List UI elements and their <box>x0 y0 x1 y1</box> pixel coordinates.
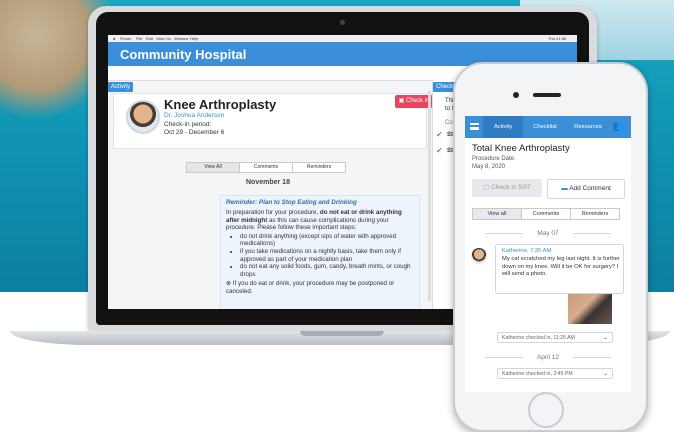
phone-speaker <box>533 93 561 97</box>
phone-camera <box>513 92 519 98</box>
reminder-bullet: do not eat any solid foods, gum, candy, … <box>240 263 414 278</box>
comment-author: Katherine, 7:35 AM <box>502 248 552 254</box>
calendar-icon: ▣ <box>398 98 406 104</box>
phone-checkin-label: Check in 5/07 <box>491 184 531 191</box>
comment-icon: ▬ <box>561 185 570 192</box>
menu-window[interactable]: Window <box>174 36 188 41</box>
phone-navbar: Activity Checklist Resources 👥 <box>465 116 631 138</box>
tab-reminders[interactable]: Reminders <box>292 162 346 173</box>
menu-help[interactable]: Help <box>190 36 198 41</box>
hospital-name: Community Hospital <box>120 47 247 62</box>
activity-tag: Activity <box>108 82 134 92</box>
checkin-entry-dropdown[interactable]: Katherine checked in, 11:25 AM ⌄ <box>497 332 613 343</box>
procedure-date: May 8, 2020 <box>472 164 506 170</box>
reminder-body: In preparation for your procedure, do no… <box>226 209 414 296</box>
reminder-title: Reminder: Plan to Stop Eating and Drinki… <box>226 199 357 206</box>
apple-icon[interactable]: ● <box>113 36 115 41</box>
phone-filter-comments[interactable]: Comments <box>521 208 571 220</box>
phone-filter-reminders[interactable]: Reminders <box>570 208 620 220</box>
phone-tab-checklist[interactable]: Checklist <box>523 116 567 138</box>
reminder-footer: ⊗ If you do eat or drink, your procedure… <box>226 280 395 295</box>
reminder-list: do not drink anything (except sips of wa… <box>226 233 414 279</box>
reminder-bullet: if you take medications on a nightly bas… <box>240 248 414 263</box>
phone-procedure-title: Total Knee Arthroplasty <box>472 143 570 154</box>
phone-tab-activity[interactable]: Activity <box>483 116 523 138</box>
checkin-button-label: Check in <box>406 98 430 104</box>
checkin-entry-text: Katherine checked in, 11:25 AM <box>502 335 575 341</box>
menu-go[interactable]: Go <box>166 36 171 41</box>
procedure-date-label: Procedure Date: <box>472 156 516 162</box>
hamburger-icon[interactable] <box>470 123 479 130</box>
laptop-notch <box>300 331 384 336</box>
phone-screen: Activity Checklist Resources 👥 Total Kne… <box>465 116 631 392</box>
checkin-entry-text: Katherine checked in, 2:45 PM <box>502 371 573 377</box>
check-icon: ✔ <box>436 146 443 155</box>
date-separator: November 18 <box>246 179 290 186</box>
people-icon[interactable]: 👥 <box>612 121 624 132</box>
mac-menubar: ● Finder File Edit View Go Window Help T… <box>108 35 577 42</box>
reminder-bullet: do not drink anything (except sips of wa… <box>240 233 414 248</box>
phone-tab-resources[interactable]: Resources <box>567 116 609 138</box>
reminder-card: Reminder: Plan to Stop Eating and Drinki… <box>220 195 420 309</box>
menubar-clock: Thu 21:58 <box>548 36 567 41</box>
activity-scrollbar[interactable] <box>428 91 431 301</box>
checkin-period-label: Check-in period: <box>164 121 212 128</box>
checkin-entry-dropdown[interactable]: Katherine checked in, 2:45 PM ⌄ <box>497 368 613 379</box>
calendar-icon: ▢ <box>483 184 492 191</box>
phone-filter-view-all[interactable]: View all <box>472 208 522 220</box>
laptop-camera <box>340 20 345 25</box>
menu-edit[interactable]: Edit <box>146 36 153 41</box>
menu-finder[interactable]: Finder <box>120 36 131 41</box>
doctor-name[interactable]: Dr. Joshua Anderson <box>164 112 224 119</box>
tab-comments[interactable]: Comments <box>239 162 293 173</box>
chevron-down-icon: ⌄ <box>602 371 608 377</box>
phone-home-button[interactable] <box>528 392 564 428</box>
comment-bubble: Katherine, 7:35 AM My cat scratched my l… <box>495 244 624 294</box>
comment-text: My cat scratched my leg last night. It i… <box>502 256 620 277</box>
doctor-avatar <box>126 100 160 134</box>
procedure-card: Knee Arthroplasty Dr. Joshua Anderson Ch… <box>113 93 427 149</box>
procedure-title: Knee Arthroplasty <box>164 97 277 112</box>
divider <box>573 357 611 358</box>
katherine-avatar <box>471 248 487 264</box>
reminder-intro: In preparation for your procedure, <box>226 209 319 216</box>
menu-view[interactable]: View <box>156 36 165 41</box>
menu-file[interactable]: File <box>136 36 142 41</box>
chevron-down-icon: ⌄ <box>602 335 608 341</box>
add-comment-label: Add Comment <box>569 185 611 192</box>
phone-checkin-button[interactable]: ▢ Check in 5/07 <box>472 179 542 197</box>
comment-photo[interactable] <box>568 294 612 324</box>
tab-view-all[interactable]: View All <box>186 162 240 173</box>
divider <box>573 233 611 234</box>
check-icon: ✔ <box>436 130 443 139</box>
checkin-period-dates: Oct 29 - December 6 <box>164 129 225 136</box>
add-comment-button[interactable]: ▬ Add Comment <box>547 179 625 199</box>
